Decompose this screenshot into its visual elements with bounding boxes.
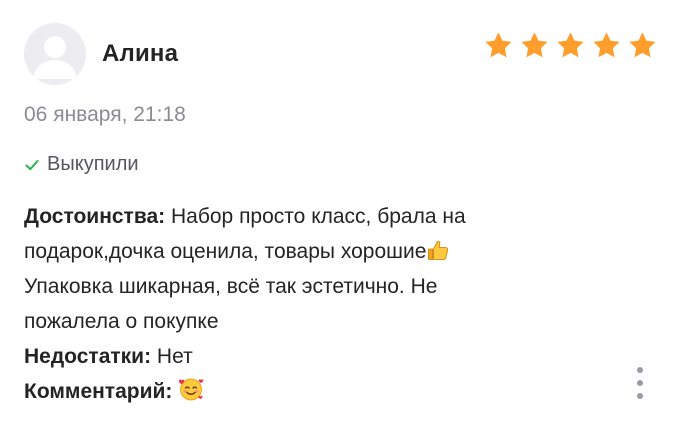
thumbs-up-icon (428, 240, 449, 260)
more-options-button[interactable] (634, 367, 646, 399)
star-icon (593, 32, 620, 58)
star-icon (485, 32, 512, 58)
rating-stars (483, 30, 658, 61)
cons-line: Недостатки: Нет (24, 339, 624, 374)
comment-label: Комментарий: (24, 380, 173, 403)
more-vertical-icon (637, 367, 643, 373)
more-vertical-icon (637, 393, 643, 399)
author-name: Алина (102, 40, 179, 67)
smiling-face-with-hearts-icon (179, 378, 204, 401)
purchase-status-label: Выкупили (47, 153, 139, 175)
more-vertical-icon (637, 380, 643, 386)
pros-line-4: пожалела о покупке (24, 310, 219, 333)
check-icon (25, 159, 39, 170)
star-icon (557, 32, 584, 58)
pros-line-3: Упаковка шикарная, всё так эстетично. Не (24, 275, 438, 298)
user-avatar-icon (24, 23, 86, 85)
cons-label: Недостатки: (24, 345, 152, 368)
review-date: 06 января, 21:18 (24, 103, 186, 126)
star-icon (629, 32, 656, 58)
pros-text-2: подарок,дочка оценила, товары хорошие (24, 240, 427, 263)
purchase-status: Выкупили (24, 153, 139, 176)
comment-line: Комментарий: (24, 374, 624, 409)
review-body: Достоинства: Набор просто класс, брала н… (24, 199, 624, 409)
pros-label: Достоинства: (24, 205, 166, 228)
cons-text: Нет (156, 345, 193, 368)
pros-line-1: Достоинства: Набор просто класс, брала н… (24, 199, 624, 234)
pros-line-2: подарок,дочка оценила, товары хорошие (24, 234, 624, 269)
pros-text-1: Набор просто класс, брала на (171, 205, 466, 228)
star-icon (521, 32, 548, 58)
